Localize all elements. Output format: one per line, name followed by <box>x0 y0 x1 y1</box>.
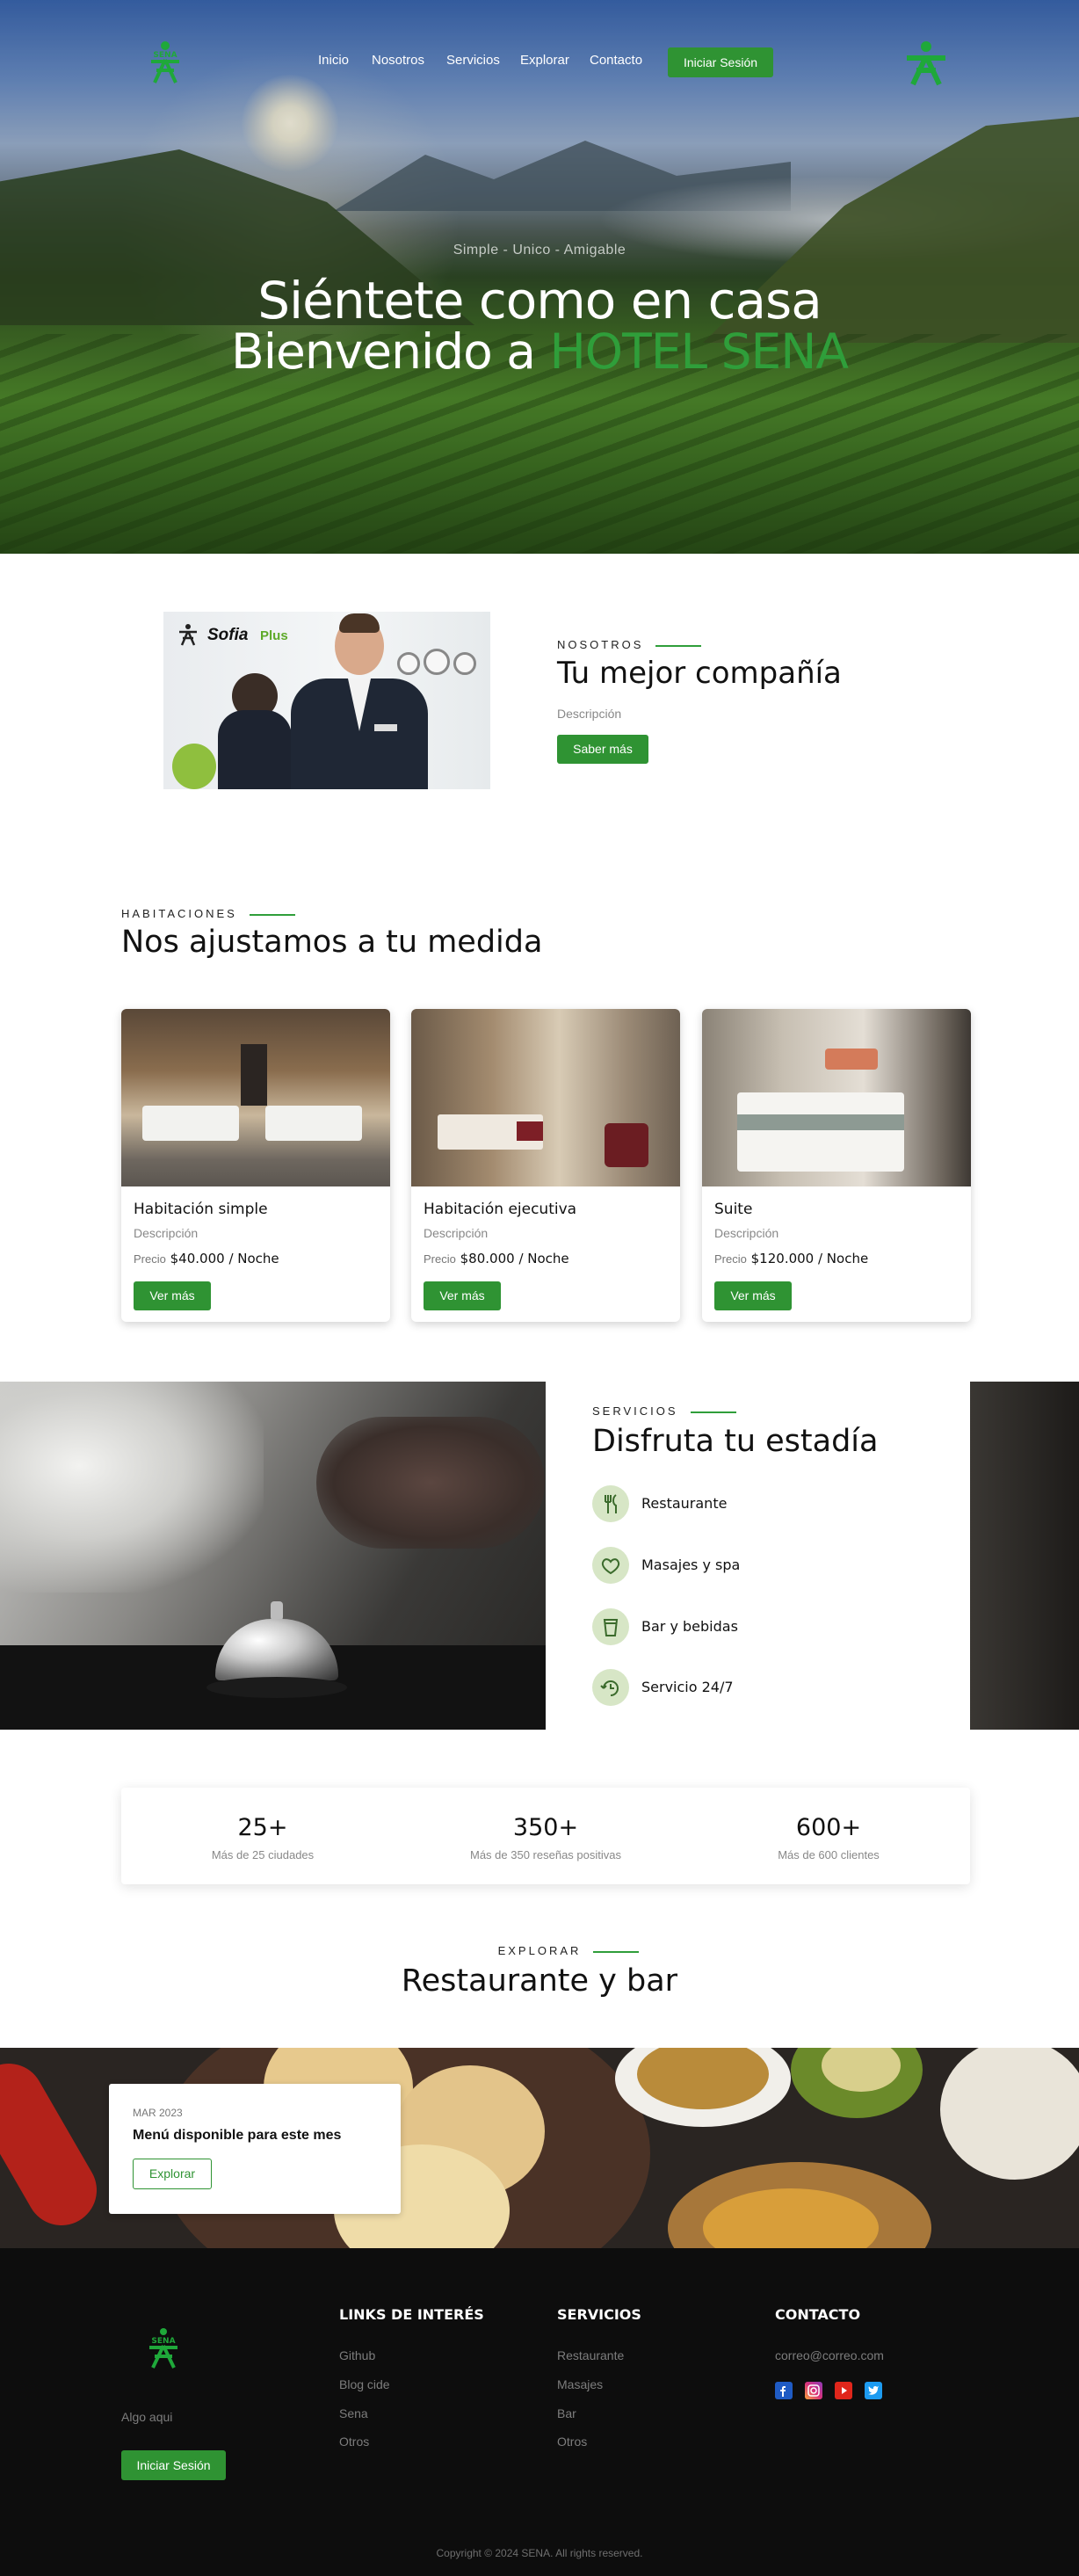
login-button[interactable]: Iniciar Sesión <box>668 47 773 77</box>
footer-links-title: LINKS DE INTERÉS <box>339 2306 484 2323</box>
about-description: Descripción <box>557 707 622 721</box>
footer-contact-title: CONTACTO <box>775 2306 861 2323</box>
footer-link-otros[interactable]: Otros <box>339 2435 369 2449</box>
room-title: Habitación ejecutiva <box>424 1201 577 1218</box>
stat-value: 350+ <box>512 1814 579 1841</box>
stat-value: 25+ <box>237 1814 288 1841</box>
service-label: Masajes y spa <box>641 1556 741 1573</box>
service-24-icon <box>592 1669 629 1706</box>
room-price: Precio $80.000 / Noche <box>424 1251 569 1266</box>
youtube-icon[interactable] <box>835 2382 852 2399</box>
footer-login-button[interactable]: Iniciar Sesión <box>121 2450 226 2480</box>
menu-title: Menú disponible para este mes <box>133 2128 342 2143</box>
service-label: Servicio 24/7 <box>641 1679 734 1695</box>
services-title: Disfruta tu estadía <box>592 1424 879 1459</box>
sena-small-icon <box>179 624 197 646</box>
svg-text:SENA: SENA <box>151 2337 175 2346</box>
hero-tagline: Simple - Unico - Amigable <box>453 243 626 258</box>
footer-tagline: Algo aqui <box>121 2410 173 2424</box>
hero-title-highlight: HOTEL SENA <box>549 323 849 380</box>
footer-service-restaurante[interactable]: Restaurante <box>557 2348 624 2362</box>
about-more-button[interactable]: Saber más <box>557 735 648 764</box>
room-description: Descripción <box>134 1226 199 1240</box>
stat-cities: 25+ Más de 25 ciudades <box>121 1814 404 1861</box>
footer-logo[interactable]: SENA <box>139 2326 188 2378</box>
chili <box>0 2050 110 2239</box>
utensils-icon <box>592 1485 629 1522</box>
rooms-eyebrow: HABITACIONES <box>121 907 295 920</box>
explore-button[interactable]: Explorar <box>133 2159 212 2189</box>
instagram-icon[interactable] <box>805 2382 822 2399</box>
room-card-suite: Suite Descripción Precio $120.000 / Noch… <box>702 1009 971 1322</box>
footer: SENA Algo aqui Iniciar Sesión LINKS DE I… <box>0 2248 1079 2576</box>
nav-item-inicio[interactable]: Inicio <box>318 53 349 68</box>
about-title: Tu mejor compañía <box>557 656 842 691</box>
room-description: Descripción <box>714 1226 779 1240</box>
nav-item-explorar[interactable]: Explorar <box>520 53 569 68</box>
services-side-image <box>970 1382 1079 1730</box>
stat-reviews: 350+ Más de 350 reseñas positivas <box>404 1814 687 1861</box>
hero-title-prefix: Bienvenido a <box>230 323 550 380</box>
room-image-ejecutiva <box>411 1009 680 1186</box>
room-title: Suite <box>714 1201 753 1218</box>
bell-icon <box>206 1601 347 1698</box>
spa-icon <box>592 1547 629 1584</box>
twitter-icon[interactable] <box>865 2382 882 2399</box>
nav-item-nosotros[interactable]: Nosotros <box>372 53 424 68</box>
about-eyebrow: NOSOTROS <box>557 638 702 651</box>
room-more-button[interactable]: Ver más <box>134 1281 211 1310</box>
room-image-suite <box>702 1009 971 1186</box>
menu-card: MAR 2023 Menú disponible para este mes E… <box>109 2084 401 2214</box>
room-card-simple: Habitación simple Descripción Precio $40… <box>121 1009 390 1322</box>
stat-label: Más de 350 reseñas positivas <box>470 1848 621 1861</box>
drink-icon <box>592 1608 629 1645</box>
footer-services-title: SERVICIOS <box>557 2306 641 2323</box>
footer-service-bar[interactable]: Bar <box>557 2406 576 2420</box>
stat-label: Más de 25 ciudades <box>211 1848 315 1861</box>
footer-link-blog[interactable]: Blog cide <box>339 2377 390 2391</box>
sena-logo-icon: SENA <box>149 2328 177 2369</box>
room-description: Descripción <box>424 1226 489 1240</box>
room-more-button[interactable]: Ver más <box>714 1281 792 1310</box>
hero-section: SENA Inicio Nosotros Servicios Explorar … <box>0 0 1079 554</box>
about-image: Sofia Plus <box>163 612 490 789</box>
copyright: Copyright © 2024 SENA. All rights reserv… <box>436 2547 643 2559</box>
facebook-icon[interactable] <box>775 2382 793 2399</box>
stat-label: Más de 600 clientes <box>778 1848 880 1861</box>
footer-email[interactable]: correo@correo.com <box>775 2348 884 2362</box>
hero-title-line1: Siéntete como en casa <box>257 271 822 330</box>
nav-item-servicios[interactable]: Servicios <box>446 53 500 68</box>
sena-logo-icon: SENA <box>151 41 179 83</box>
room-title: Habitación simple <box>134 1201 268 1218</box>
footer-service-masajes[interactable]: Masajes <box>557 2377 603 2391</box>
footer-link-github[interactable]: Github <box>339 2348 375 2362</box>
menu-date: MAR 2023 <box>133 2107 183 2119</box>
nav-item-contacto[interactable]: Contacto <box>590 53 642 68</box>
service-label: Bar y bebidas <box>641 1618 738 1635</box>
sena-figure-icon <box>907 41 945 86</box>
room-price: Precio $40.000 / Noche <box>134 1251 279 1266</box>
footer-service-otros[interactable]: Otros <box>557 2435 587 2449</box>
stats-panel: 25+ Más de 25 ciudades 350+ Más de 350 r… <box>121 1788 970 1884</box>
svg-text:SENA: SENA <box>153 51 177 60</box>
explore-eyebrow: EXPLORAR <box>0 1944 1079 1957</box>
stat-clients: 600+ Más de 600 clientes <box>687 1814 970 1861</box>
service-label: Restaurante <box>641 1495 728 1512</box>
explore-title: Restaurante y bar <box>401 1963 678 1999</box>
services-eyebrow: SERVICIOS <box>592 1404 736 1418</box>
room-card-ejecutiva: Habitación ejecutiva Descripción Precio … <box>411 1009 680 1322</box>
sofia-brand: Sofia <box>207 626 249 644</box>
stat-value: 600+ <box>795 1814 862 1841</box>
plus-brand: Plus <box>260 628 288 643</box>
services-image <box>0 1382 546 1730</box>
sena-logo-right[interactable] <box>902 39 951 91</box>
sena-logo[interactable]: SENA <box>141 39 190 91</box>
footer-link-sena[interactable]: Sena <box>339 2406 368 2420</box>
sofia-plus-logo: Sofia Plus <box>176 622 288 650</box>
room-more-button[interactable]: Ver más <box>424 1281 501 1310</box>
room-image-simple <box>121 1009 390 1186</box>
room-price: Precio $120.000 / Noche <box>714 1251 869 1266</box>
rooms-title: Nos ajustamos a tu medida <box>121 925 543 960</box>
hero-title-line2: Bienvenido a HOTEL SENA <box>0 323 1079 380</box>
